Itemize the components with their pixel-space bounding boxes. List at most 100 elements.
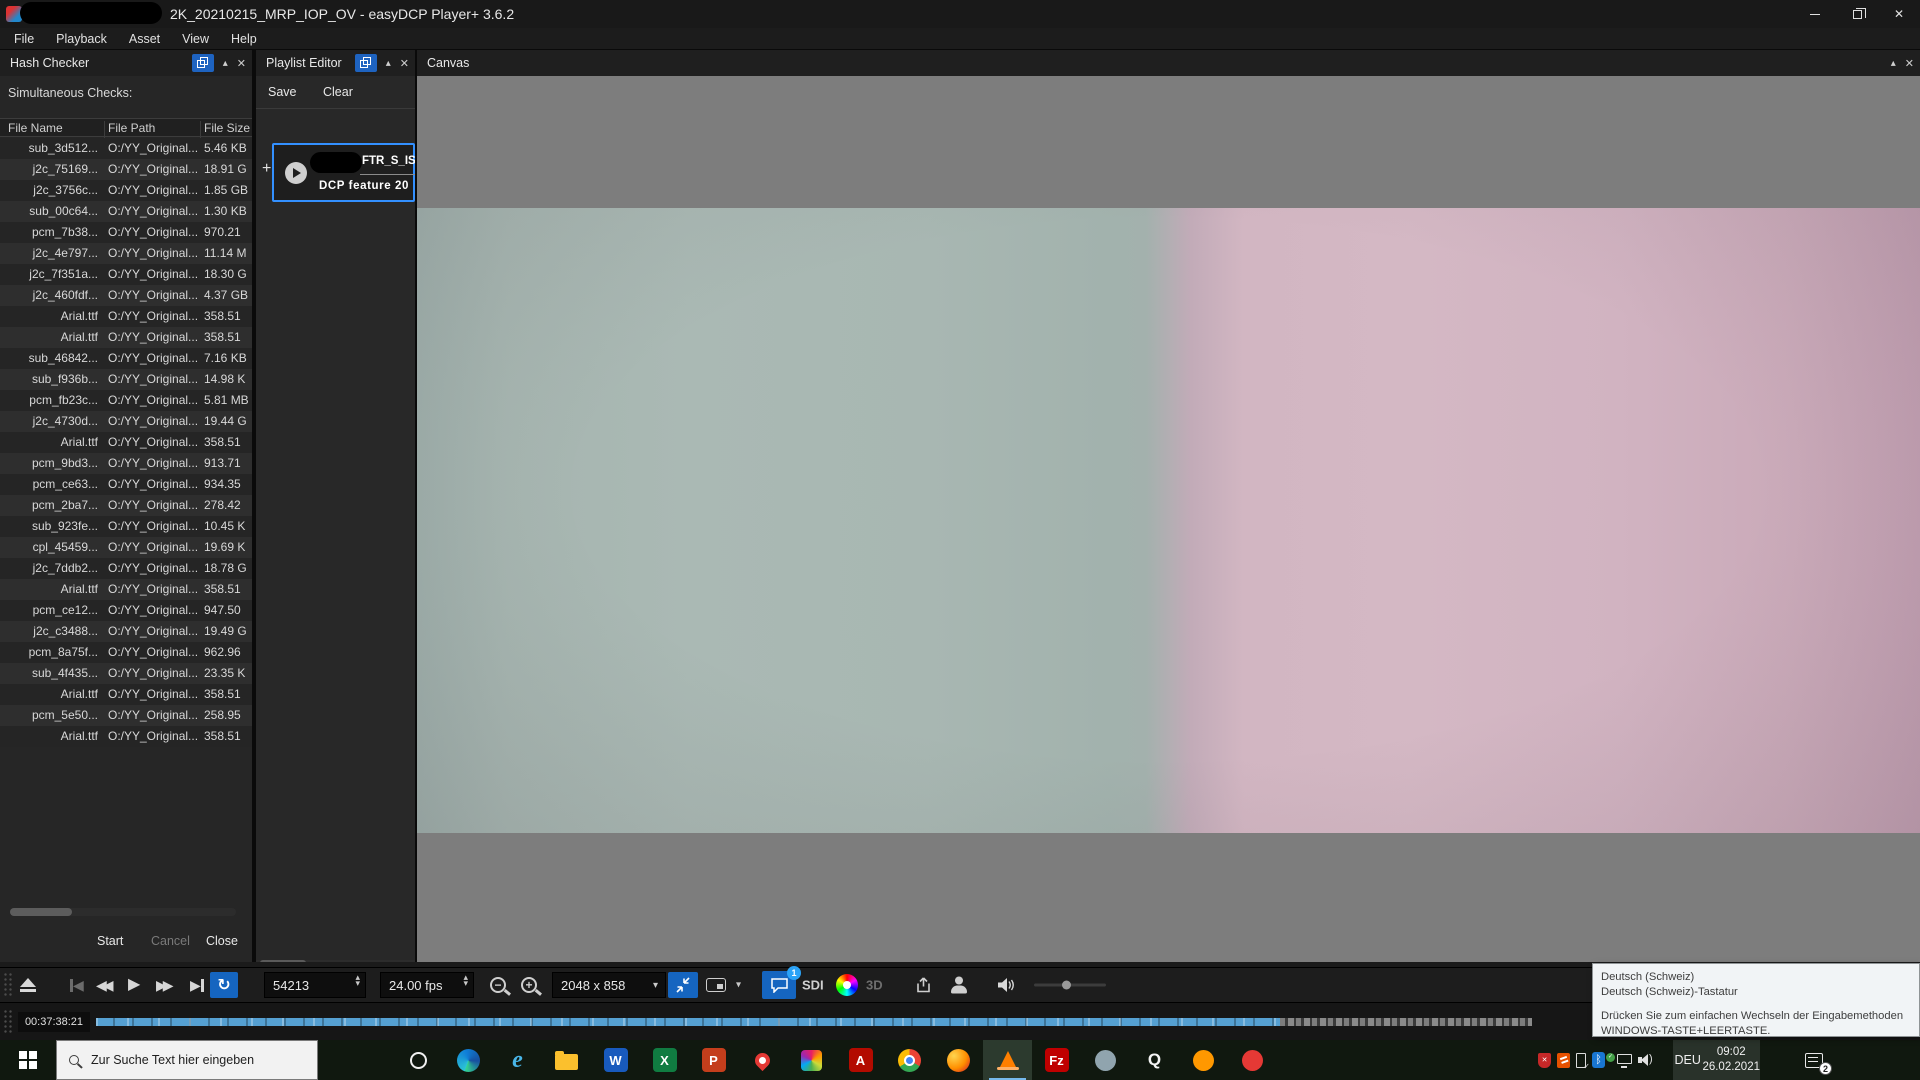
restore-button[interactable] (1836, 0, 1878, 28)
menu-view[interactable]: View (171, 32, 220, 46)
drag-grip[interactable] (3, 972, 13, 998)
table-row[interactable]: pcm_ce63...O:/YY_Original...934.35 (0, 474, 252, 495)
float-panel-icon[interactable] (355, 54, 377, 72)
timeline-progress[interactable] (96, 1018, 1280, 1026)
color-wheel-button[interactable] (836, 974, 858, 996)
language-indicator[interactable]: DEU (1673, 1053, 1702, 1067)
taskbar-clock[interactable]: 09:02 26.02.2021 (1702, 1045, 1760, 1075)
taskbar-map-pin[interactable] (738, 1040, 787, 1080)
annotation-button[interactable]: 1 (762, 971, 796, 999)
taskbar-chrome[interactable] (885, 1040, 934, 1080)
add-playlist-item-button[interactable]: + (262, 160, 271, 178)
close-panel-icon[interactable]: ✕ (400, 57, 409, 70)
canvas-panel-header[interactable]: Canvas ▴ ✕ (417, 50, 1920, 76)
scrollbar-thumb[interactable] (10, 908, 72, 916)
horizontal-scrollbar[interactable] (10, 908, 236, 916)
table-row[interactable]: Arial.ttfO:/YY_Original...358.51 (0, 432, 252, 453)
video-frame[interactable] (417, 208, 1920, 833)
taskbar-word[interactable]: W (591, 1040, 640, 1080)
table-row[interactable]: pcm_9bd3...O:/YY_Original...913.71 (0, 453, 252, 474)
resolution-dropdown[interactable]: 2048 x 858▾ (552, 972, 666, 998)
table-row[interactable]: cpl_45459...O:/YY_Original...19.69 K (0, 537, 252, 558)
table-row[interactable]: pcm_8a75f...O:/YY_Original...962.96 (0, 642, 252, 663)
zoom-out-button[interactable]: − (490, 977, 506, 993)
table-row[interactable]: pcm_2ba7...O:/YY_Original...278.42 (0, 495, 252, 516)
user-button[interactable] (950, 977, 968, 994)
table-row[interactable]: pcm_7b38...O:/YY_Original...970.21 (0, 222, 252, 243)
table-row[interactable]: Arial.ttfO:/YY_Original...358.51 (0, 306, 252, 327)
letterbox-dropdown[interactable]: ▾ (736, 980, 741, 991)
minimize-button[interactable] (1794, 0, 1836, 28)
table-row[interactable]: j2c_460fdf...O:/YY_Original...4.37 GB (0, 285, 252, 306)
scrollbar-thumb[interactable] (260, 960, 306, 962)
play-item-icon[interactable] (285, 162, 307, 184)
table-row[interactable]: pcm_fb23c...O:/YY_Original...5.81 MB (0, 390, 252, 411)
volume-tray-icon[interactable]: ) (1638, 1054, 1654, 1066)
table-row[interactable]: sub_46842...O:/YY_Original...7.16 KB (0, 348, 252, 369)
mute-button[interactable] (996, 977, 1016, 994)
antivirus-tray-icon[interactable]: ✕ (1538, 1053, 1551, 1068)
column-file-name[interactable]: File Name (8, 121, 63, 135)
play-button[interactable]: ▶ (128, 977, 140, 993)
menu-asset[interactable]: Asset (118, 32, 171, 46)
close-button[interactable]: ✕ (1878, 0, 1920, 28)
clear-button[interactable]: Clear (323, 85, 353, 99)
fps-input[interactable]: 24.00 fps ▴▾ (380, 972, 474, 998)
collapse-panel-icon[interactable]: ▴ (386, 58, 391, 69)
fit-to-window-button[interactable] (668, 972, 698, 998)
fast-forward-button[interactable]: ▶▶ (156, 978, 170, 992)
taskbar-powerpoint[interactable]: P (689, 1040, 738, 1080)
volume-slider-thumb[interactable] (1062, 981, 1071, 990)
canvas-panel[interactable] (417, 76, 1920, 962)
horizontal-scrollbar[interactable] (256, 960, 415, 962)
skip-to-end-button[interactable]: ▶ (190, 978, 204, 992)
cancel-button[interactable]: Cancel (151, 934, 190, 948)
frame-number-input[interactable]: 54213 ▴▾ (264, 972, 366, 998)
timeline-unbuffered[interactable] (1280, 1018, 1532, 1026)
letterbox-button[interactable] (706, 978, 726, 992)
bluetooth-tray-icon[interactable]: ᛒ (1592, 1052, 1605, 1068)
table-row[interactable]: j2c_3756c...O:/YY_Original...1.85 GB (0, 180, 252, 201)
taskbar-app-red[interactable] (1228, 1040, 1277, 1080)
table-row[interactable]: sub_f936b...O:/YY_Original...14.98 K (0, 369, 252, 390)
table-row[interactable]: sub_3d512...O:/YY_Original...5.46 KB (0, 138, 252, 159)
table-row[interactable]: pcm_5e50...O:/YY_Original...258.95 (0, 705, 252, 726)
taskbar-firefox[interactable] (934, 1040, 983, 1080)
taskbar-acrobat[interactable]: A (836, 1040, 885, 1080)
network-tray-icon[interactable] (1617, 1054, 1632, 1064)
table-row[interactable]: j2c_7ddb2...O:/YY_Original...18.78 G (0, 558, 252, 579)
taskbar-cortana[interactable] (396, 1040, 440, 1080)
close-hash-button[interactable]: Close (206, 934, 238, 948)
playlist-item[interactable]: FTR_S_IS- DCP feature 20 (272, 143, 415, 202)
taskbar-app-q[interactable]: Q (1130, 1040, 1179, 1080)
action-center-button[interactable]: 2 (1790, 1040, 1838, 1080)
table-row[interactable]: Arial.ttfO:/YY_Original...358.51 (0, 726, 252, 747)
drag-grip[interactable] (3, 1009, 13, 1035)
loop-button[interactable]: ↻ (210, 972, 238, 998)
table-row[interactable]: Arial.ttfO:/YY_Original...358.51 (0, 579, 252, 600)
taskbar-edge[interactable] (444, 1040, 493, 1080)
table-row[interactable]: sub_00c64...O:/YY_Original...1.30 KB (0, 201, 252, 222)
menu-playback[interactable]: Playback (45, 32, 118, 46)
table-row[interactable]: sub_4f435...O:/YY_Original...23.35 K (0, 663, 252, 684)
taskbar-internet-explorer[interactable]: e (493, 1040, 542, 1080)
taskbar-excel[interactable]: X (640, 1040, 689, 1080)
skip-to-start-button[interactable]: ◀ (70, 978, 80, 992)
volume-slider[interactable] (1034, 984, 1106, 987)
table-row[interactable]: j2c_c3488...O:/YY_Original...19.49 G (0, 621, 252, 642)
table-row[interactable]: j2c_4e797...O:/YY_Original...11.14 M (0, 243, 252, 264)
sdi-button[interactable]: SDI (802, 978, 824, 993)
taskbar-file-explorer[interactable] (542, 1040, 591, 1080)
table-row[interactable]: pcm_ce12...O:/YY_Original...947.50 (0, 600, 252, 621)
spinner-arrows[interactable]: ▴▾ (355, 975, 360, 986)
collapse-panel-icon[interactable]: ▴ (223, 58, 228, 69)
start-button[interactable]: Start (97, 934, 123, 948)
menu-file[interactable]: File (8, 32, 45, 46)
float-panel-icon[interactable] (192, 54, 214, 72)
3d-button[interactable]: 3D (866, 978, 883, 993)
taskbar-app-gray[interactable] (1081, 1040, 1130, 1080)
start-button[interactable] (0, 1040, 56, 1080)
playlist-editor-panel-header[interactable]: Playlist Editor ▴ ✕ (256, 50, 415, 76)
eject-button[interactable] (20, 978, 36, 992)
taskbar-search-input[interactable]: Zur Suche Text hier eingeben (56, 1040, 318, 1080)
